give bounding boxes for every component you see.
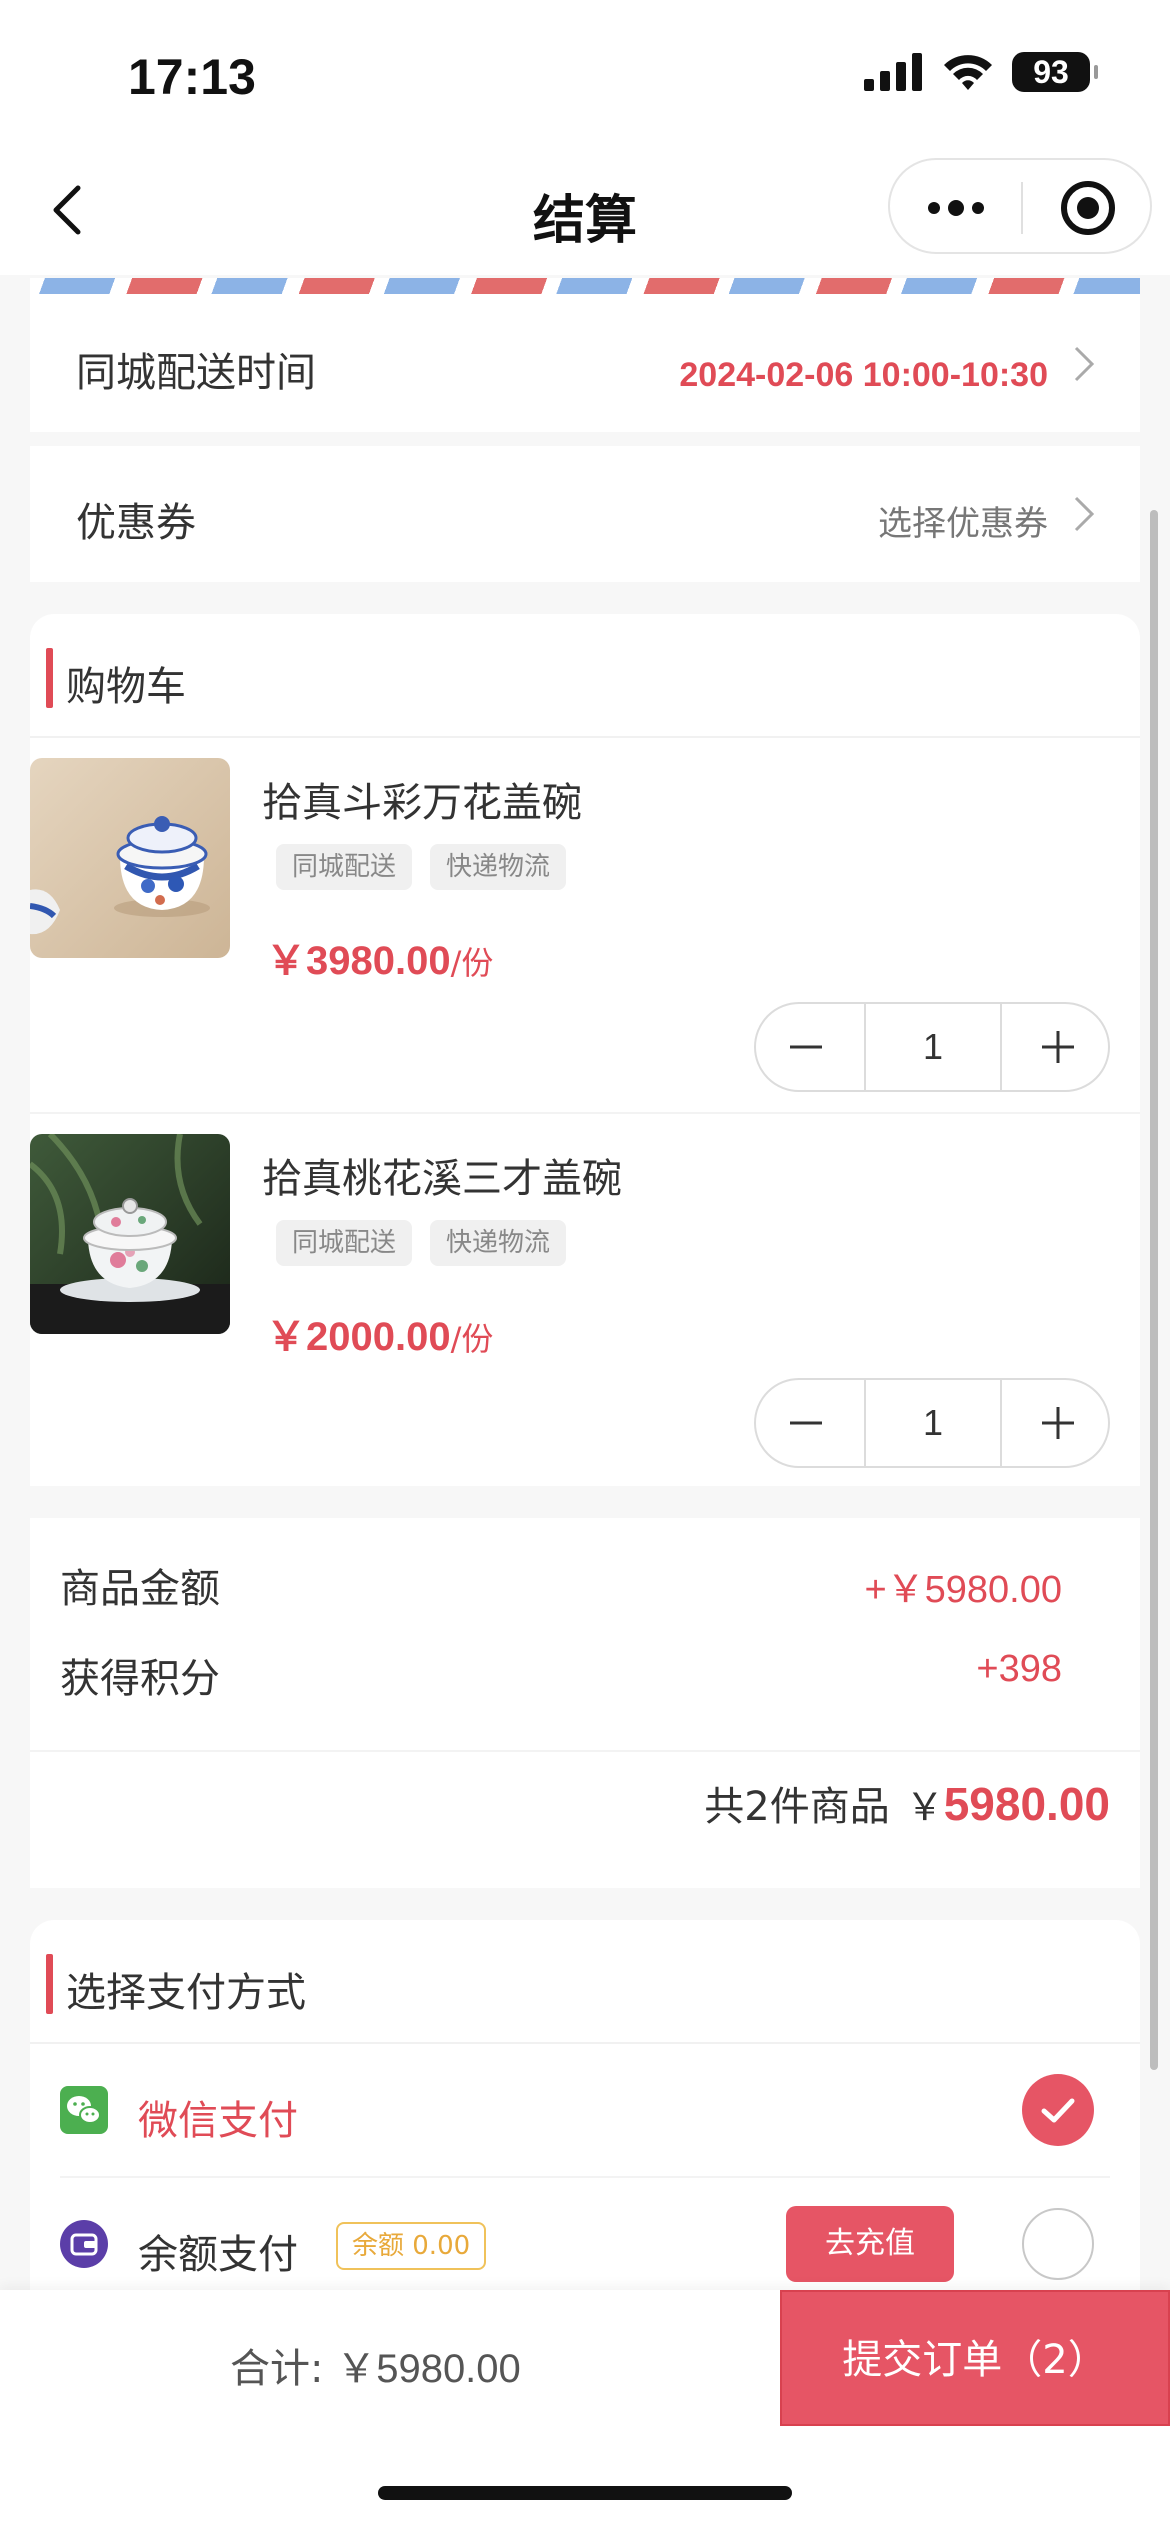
capsule-divider [1021, 182, 1023, 234]
chevron-right-icon [1074, 346, 1095, 382]
minus-icon[interactable] [786, 1027, 826, 1067]
balance-pay-label: 余额支付 [138, 2232, 298, 2278]
price-unit: /份 [450, 1320, 494, 1358]
order-total: 共2件商品 ￥5980.00 [704, 1774, 1110, 1832]
price-amount: ￥2000.00 [266, 1315, 451, 1359]
product-name: 拾真桃花溪三才盖碗 [262, 1156, 622, 1202]
chevron-right-icon [1074, 496, 1095, 532]
quantity-value[interactable]: 1 [866, 1004, 1000, 1090]
wifi-icon [944, 55, 992, 90]
status-icons: 93 [864, 52, 1098, 92]
payment-header: 选择支付方式 [30, 1920, 1140, 2044]
footer-total-value: ￥5980.00 [336, 2347, 521, 2391]
tag-same-city: 同城配送 [276, 844, 413, 890]
wallet-icon [60, 2220, 108, 2268]
product-price: ￥3980.00/份 [266, 928, 493, 986]
wechat-icon [60, 2086, 108, 2134]
home-indicator [378, 2486, 792, 2500]
cellular-signal-icon [864, 53, 922, 91]
quantity-stepper: 1 [754, 1002, 1110, 1092]
price-unit: /份 [450, 944, 494, 982]
goods-amount-label: 商品金额 [60, 1566, 220, 1612]
tag-express: 快递物流 [430, 1220, 567, 1266]
points-value: +398 [976, 1648, 1062, 1690]
submit-order-button[interactable]: 提交订单（2） [780, 2290, 1170, 2426]
footer-total: 合计: ￥5980.00 [230, 2336, 521, 2394]
tag-express: 快递物流 [430, 844, 567, 890]
battery-icon: 93 [1012, 52, 1098, 92]
delivery-time-row[interactable]: 同城配送时间 2024-02-06 10:00-10:30 [30, 294, 1140, 432]
quantity-value[interactable]: 1 [866, 1380, 1000, 1466]
tag-same-city: 同城配送 [276, 1220, 413, 1266]
battery-level: 93 [1033, 53, 1069, 90]
plus-icon[interactable] [1038, 1403, 1078, 1443]
radio-unchecked[interactable] [1022, 2208, 1094, 2280]
coupon-row[interactable]: 优惠券 选择优惠券 [30, 446, 1140, 582]
cart-title: 购物车 [66, 664, 186, 710]
accent-bar [46, 1954, 53, 2014]
payment-option-wechat[interactable]: 微信支付 [30, 2044, 1140, 2176]
item-divider [30, 1112, 1140, 1114]
delivery-time-value: 2024-02-06 10:00-10:30 [679, 356, 1048, 394]
nav-bar: 结算 [0, 150, 1170, 275]
stepper-divider [1000, 1004, 1002, 1090]
delivery-time-label: 同城配送时间 [76, 350, 316, 396]
currency-symbol: ￥ [905, 1787, 944, 1829]
status-bar: 17:13 93 [0, 0, 1170, 150]
accent-bar [46, 648, 53, 708]
stepper-divider [1000, 1380, 1002, 1466]
product-name: 拾真斗彩万花盖碗 [262, 780, 582, 826]
total-amount: 5980.00 [943, 1778, 1110, 1830]
status-time: 17:13 [128, 49, 256, 105]
summary-card: 商品金额 +￥5980.00 获得积分 +398 共2件商品 ￥5980.00 [30, 1518, 1140, 1888]
wechat-pay-label: 微信支付 [138, 2098, 298, 2144]
minus-icon[interactable] [786, 1403, 826, 1443]
cart-header: 购物车 [30, 614, 1140, 738]
goods-amount-value: +￥5980.00 [864, 1569, 1062, 1611]
mini-program-capsule [888, 158, 1152, 254]
item-count: 共2件商品 [704, 1784, 890, 1830]
scrollbar[interactable] [1150, 510, 1158, 2070]
cart-card: 购物车 拾真斗彩万花盖碗 同城配送 快递物流 ￥3980.00/份 1 拾真桃花… [30, 614, 1140, 1486]
product-image[interactable] [30, 1134, 230, 1334]
radio-checked[interactable] [1022, 2074, 1094, 2146]
airmail-border [30, 278, 1140, 294]
quantity-stepper: 1 [754, 1378, 1110, 1468]
more-dots-icon[interactable] [926, 192, 986, 224]
balance-badge: 余额 0.00 [336, 2222, 487, 2270]
summary-divider [30, 1750, 1140, 1752]
price-amount: ￥3980.00 [266, 939, 451, 983]
payment-card: 选择支付方式 微信支付 余额支付 余额 0.00 去充值 [30, 1920, 1140, 2290]
check-icon [1041, 2098, 1075, 2123]
product-price: ￥2000.00/份 [266, 1304, 493, 1362]
close-target-icon[interactable] [1058, 178, 1118, 238]
payment-title: 选择支付方式 [66, 1970, 306, 2016]
points-label: 获得积分 [60, 1656, 220, 1702]
coupon-placeholder: 选择优惠券 [878, 504, 1048, 544]
plus-icon[interactable] [1038, 1027, 1078, 1067]
total-price: ￥5980.00 [906, 1776, 1110, 1831]
product-image[interactable] [30, 758, 230, 958]
coupon-label: 优惠券 [76, 500, 196, 546]
recharge-button[interactable]: 去充值 [786, 2206, 954, 2282]
footer-total-label: 合计: [230, 2346, 324, 2392]
